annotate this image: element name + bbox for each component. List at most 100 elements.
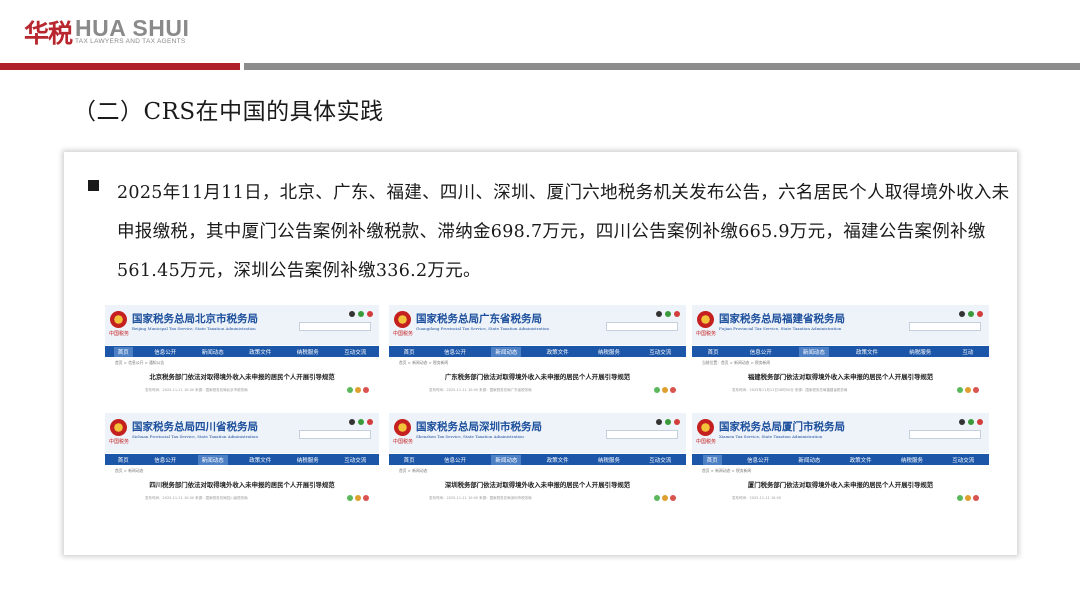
share-icon[interactable]: [363, 387, 369, 393]
nav-item[interactable]: 新闻动态: [197, 454, 228, 465]
share-icon[interactable]: [670, 495, 676, 501]
share-icon[interactable]: [355, 387, 361, 393]
nav-item[interactable]: 信息公开: [440, 347, 470, 357]
nav-item[interactable]: 纳税服务: [594, 455, 624, 465]
site-search-input[interactable]: [299, 430, 371, 439]
toolbar-icon[interactable]: [367, 311, 373, 317]
nav-item[interactable]: 信息公开: [150, 455, 180, 465]
share-icon[interactable]: [654, 495, 660, 501]
logo-english-text: HUA SHUI: [75, 15, 190, 41]
nav-item[interactable]: 互动: [958, 347, 977, 357]
share-icon[interactable]: [957, 495, 963, 501]
share-icon[interactable]: [973, 387, 979, 393]
nav-item[interactable]: 政策文件: [846, 455, 876, 465]
site-title: 国家税务总局广东省税务局: [416, 313, 542, 325]
toolbar-icon[interactable]: [977, 419, 983, 425]
article-meta: 发布时间：2025-11-11 10:00 来源：国家税务总局深圳市税务局: [429, 496, 532, 500]
site-navbar: 首页 信息公开 新闻动态 政策文件 纳税服务 互动交流: [105, 346, 379, 357]
share-icon[interactable]: [973, 495, 979, 501]
nav-item[interactable]: 新闻动态: [198, 347, 228, 357]
breadcrumb: 首页 > 新闻动态: [399, 468, 428, 473]
toolbar-icon[interactable]: [959, 419, 965, 425]
toolbar-icon[interactable]: [674, 311, 680, 317]
toolbar-icon[interactable]: [349, 311, 355, 317]
toolbar-icon[interactable]: [977, 311, 983, 317]
toolbar-icon[interactable]: [665, 419, 671, 425]
tax-emblem-icon: [394, 311, 411, 328]
site-search-input[interactable]: [909, 430, 981, 439]
tax-emblem-icon: [697, 311, 714, 328]
share-icon[interactable]: [670, 387, 676, 393]
article-meta: 发布时间：2025-11-11 10:00 来源：国家税务总局四川省税务局: [145, 496, 248, 500]
nav-item[interactable]: 首页: [400, 455, 419, 465]
nav-item[interactable]: 首页: [400, 347, 419, 357]
toolbar-icon[interactable]: [968, 419, 974, 425]
nav-item[interactable]: 信息公开: [743, 455, 773, 465]
emblem-caption: 中国税务: [109, 439, 130, 445]
toolbar-icon[interactable]: [959, 311, 965, 317]
toolbar-icon[interactable]: [349, 419, 355, 425]
nav-item[interactable]: 政策文件: [245, 455, 275, 465]
breadcrumb: 首页 > 新闻动态: [115, 468, 144, 473]
nav-item[interactable]: 互动交流: [645, 347, 675, 357]
site-subtitle: Shenzhen Tax Service, State Taxation Adm…: [416, 434, 524, 439]
site-search-input[interactable]: [909, 322, 981, 331]
nav-item[interactable]: 纳税服务: [905, 347, 935, 357]
site-navbar: 首页 信息公开 新闻动态 政策文件 纳税服务 互动: [692, 346, 989, 357]
share-icon[interactable]: [355, 495, 361, 501]
nav-item[interactable]: 纳税服务: [594, 347, 624, 357]
nav-item[interactable]: 互动交流: [340, 347, 370, 357]
site-search-input[interactable]: [299, 322, 371, 331]
nav-item[interactable]: 政策文件: [543, 347, 573, 357]
emblem-caption: 中国税务: [393, 439, 414, 445]
article-meta: 发布时间：2025-11-11 10:00: [732, 496, 782, 500]
nav-item[interactable]: 首页: [702, 454, 722, 465]
site-search-input[interactable]: [606, 430, 678, 439]
share-icon[interactable]: [347, 387, 353, 393]
share-icon[interactable]: [654, 387, 660, 393]
share-icon[interactable]: [662, 387, 668, 393]
nav-item[interactable]: 信息公开: [150, 347, 180, 357]
website-screenshot: 中国税务 国家税务总局北京市税务局 Beijing Municipal Tax Se…: [105, 305, 379, 402]
toolbar-icon[interactable]: [968, 311, 974, 317]
nav-item[interactable]: 互动交流: [645, 455, 675, 465]
toolbar-icon[interactable]: [674, 419, 680, 425]
nav-item[interactable]: 首页: [704, 347, 723, 357]
share-icon[interactable]: [965, 387, 971, 393]
nav-item[interactable]: 互动交流: [340, 455, 370, 465]
nav-item[interactable]: 首页: [114, 455, 133, 465]
toolbar-icon[interactable]: [665, 311, 671, 317]
article-meta: 发布时间：2025-11-11 10:00 来源：国家税务总局广东省税务局: [429, 388, 532, 392]
nav-item[interactable]: 政策文件: [852, 347, 882, 357]
article-title: 四川税务部门依法对取得境外收入未申报的居民个人开展引导规范: [149, 481, 335, 489]
share-icon[interactable]: [965, 495, 971, 501]
nav-item[interactable]: 政策文件: [543, 455, 573, 465]
share-icon[interactable]: [363, 495, 369, 501]
nav-item[interactable]: 新闻动态: [798, 346, 829, 357]
nav-item[interactable]: 新闻动态: [491, 454, 522, 465]
nav-item[interactable]: 政策文件: [245, 347, 275, 357]
nav-item[interactable]: 纳税服务: [293, 347, 323, 357]
toolbar-icon[interactable]: [358, 419, 364, 425]
share-icon[interactable]: [347, 495, 353, 501]
emblem-caption: 中国税务: [696, 439, 717, 445]
site-search-input[interactable]: [606, 322, 678, 331]
nav-item[interactable]: 信息公开: [440, 455, 470, 465]
nav-item[interactable]: 新闻动态: [491, 346, 522, 357]
article-meta: 发布时间：2025年11月11日18时00分 来源：国家税务总局福建省税务局: [732, 388, 848, 392]
nav-item[interactable]: 首页: [113, 346, 133, 357]
nav-item[interactable]: 信息公开: [746, 347, 776, 357]
toolbar-icon[interactable]: [656, 419, 662, 425]
nav-item[interactable]: 互动交流: [948, 455, 978, 465]
nav-item[interactable]: 纳税服务: [897, 455, 927, 465]
article-title: 福建税务部门依法对取得境外收入未申报的居民个人开展引导规范: [747, 373, 934, 381]
toolbar-icon[interactable]: [358, 311, 364, 317]
toolbar-icon[interactable]: [656, 311, 662, 317]
share-icon[interactable]: [662, 495, 668, 501]
share-icon[interactable]: [957, 387, 963, 393]
nav-item[interactable]: 新闻动态: [794, 455, 824, 465]
toolbar-icon[interactable]: [367, 419, 373, 425]
site-header: 中国税务 国家税务总局四川省税务局 Sichuan Provincial Tax S…: [105, 413, 379, 453]
nav-item[interactable]: 纳税服务: [293, 455, 323, 465]
logo-english-block: HUA SHUI TAX LAWYERS AND TAX AGENTS: [75, 15, 190, 46]
